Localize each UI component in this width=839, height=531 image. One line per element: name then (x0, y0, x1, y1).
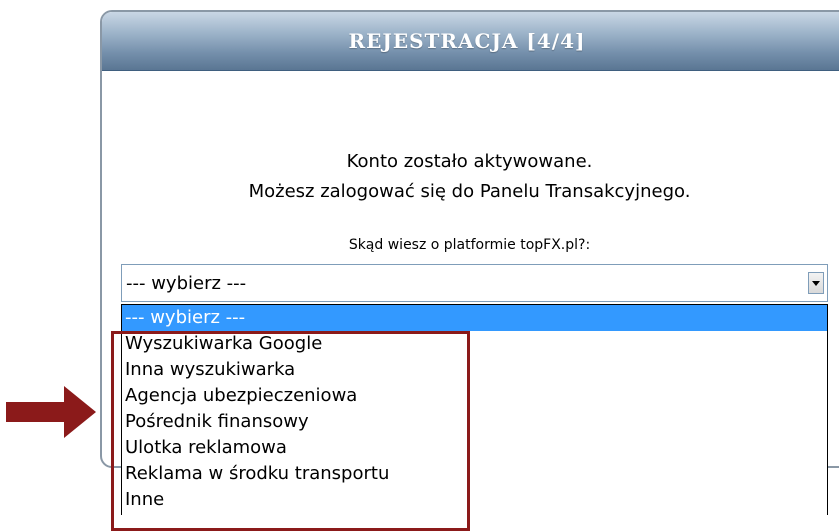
annotation-highlight-box (111, 331, 470, 531)
chevron-down-icon[interactable] (808, 272, 824, 294)
select-current-value: --- wybierz --- (126, 273, 247, 294)
arrow-right-icon (6, 386, 96, 438)
page-title: REJESTRACJA [4/4] (348, 29, 586, 53)
activation-message: Konto zostało aktywowane. (346, 151, 593, 172)
panel-header: REJESTRACJA [4/4] (102, 12, 839, 71)
login-message: Możesz zalogować się do Panelu Transakcy… (248, 181, 691, 202)
source-select[interactable]: --- wybierz --- (121, 264, 828, 302)
option-choose[interactable]: --- wybierz --- (122, 305, 827, 331)
source-question-label: Skąd wiesz o platformie topFX.pl?: (348, 237, 591, 253)
